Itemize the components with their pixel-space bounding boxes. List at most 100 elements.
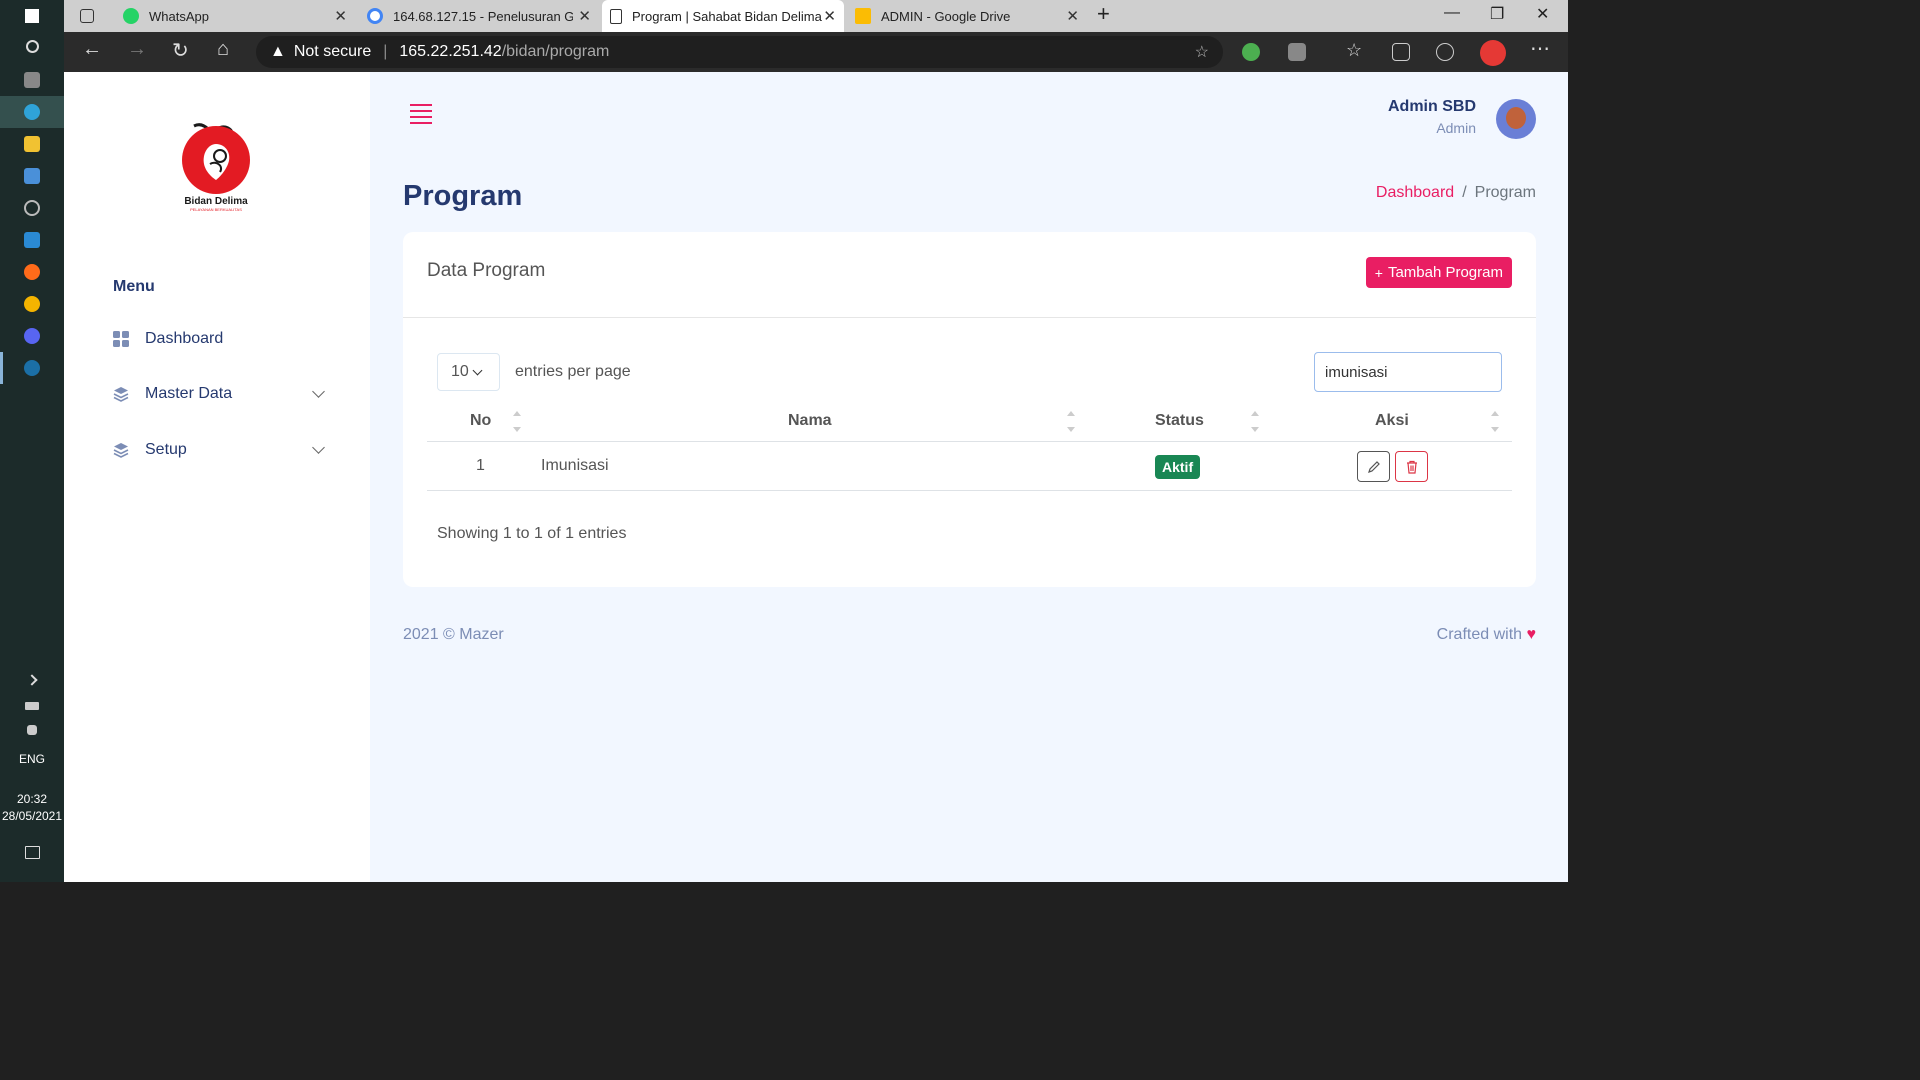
stack-icon xyxy=(113,443,129,458)
window-close-button[interactable]: ✕ xyxy=(1536,4,1549,24)
file-explorer-icon[interactable] xyxy=(0,128,64,160)
collections-icon[interactable] xyxy=(1392,43,1410,61)
share-icon[interactable] xyxy=(1436,43,1454,61)
chevron-down-icon xyxy=(312,385,325,398)
favorite-add-icon[interactable]: ☆ xyxy=(1195,42,1209,62)
entries-value: 10 xyxy=(451,363,469,380)
tab-google-drive[interactable]: ADMIN - Google Drive ✕ xyxy=(847,0,1087,32)
user-name[interactable]: Admin SBD xyxy=(1388,98,1476,116)
app-icon[interactable] xyxy=(0,64,64,96)
tab-actions-icon[interactable] xyxy=(72,0,112,32)
sidebar-item-label: Dashboard xyxy=(145,330,224,347)
entries-label: entries per page xyxy=(515,363,631,380)
column-header-no[interactable]: No xyxy=(470,412,491,430)
delete-button[interactable] xyxy=(1395,451,1428,482)
firefox-icon[interactable] xyxy=(0,256,64,288)
profile-avatar-icon[interactable] xyxy=(1480,40,1506,66)
hamburger-menu-icon[interactable] xyxy=(410,104,432,128)
extension-icon[interactable] xyxy=(1242,43,1260,61)
add-program-button[interactable]: + Tambah Program xyxy=(1365,257,1512,288)
close-icon[interactable]: ✕ xyxy=(334,7,347,25)
discord-icon[interactable] xyxy=(0,320,64,352)
sidebar-item-setup[interactable]: Setup xyxy=(113,430,325,470)
google-icon xyxy=(367,8,383,24)
url-field[interactable]: ▲ Not secure | 165.22.251.42/bidan/progr… xyxy=(256,36,1223,68)
table-row: 1 Imunisasi Aktif xyxy=(427,442,1512,491)
windows-taskbar: ENG 20:32 28/05/2021 xyxy=(0,0,64,882)
logo-subtext: PELAYANAN BERKUALITAS xyxy=(190,207,242,212)
volume-icon[interactable] xyxy=(0,714,64,746)
language-indicator[interactable]: ENG xyxy=(0,752,64,766)
tab-whatsapp[interactable]: WhatsApp ✕ xyxy=(115,0,355,32)
clock-time[interactable]: 20:32 xyxy=(0,792,64,806)
trash-icon xyxy=(1406,460,1417,474)
windows-start-icon[interactable] xyxy=(0,0,64,32)
tab-google[interactable]: 164.68.127.15 - Penelusuran Goo ✕ xyxy=(359,0,599,32)
refresh-button[interactable]: ↻ xyxy=(172,38,189,63)
close-icon[interactable]: ✕ xyxy=(1066,7,1079,25)
chevron-down-icon xyxy=(312,441,325,454)
pencil-icon xyxy=(1367,460,1380,473)
add-program-label: Tambah Program xyxy=(1387,264,1503,281)
page-icon xyxy=(610,8,622,24)
back-button[interactable]: ← xyxy=(82,38,102,61)
column-header-nama[interactable]: Nama xyxy=(788,412,832,430)
clock-date[interactable]: 28/05/2021 xyxy=(0,809,64,823)
sort-icon[interactable] xyxy=(513,411,521,435)
store-icon[interactable] xyxy=(0,160,64,192)
close-icon[interactable]: ✕ xyxy=(578,7,591,25)
sort-icon[interactable] xyxy=(1067,411,1075,435)
tab-title: Program | Sahabat Bidan Delima xyxy=(632,8,822,24)
web-page: Bidan Delima PELAYANAN BERKUALITAS Menu … xyxy=(64,72,1568,882)
notification-icon[interactable] xyxy=(0,836,64,868)
edit-button[interactable] xyxy=(1357,451,1390,482)
close-icon[interactable]: ✕ xyxy=(823,7,836,25)
minimize-button[interactable]: — xyxy=(1444,4,1460,22)
card-header: Data Program + Tambah Program xyxy=(403,232,1536,318)
chrome-icon[interactable] xyxy=(0,288,64,320)
sort-icon[interactable] xyxy=(1491,411,1499,435)
entries-per-page-select[interactable]: 10 xyxy=(437,353,500,391)
column-header-status[interactable]: Status xyxy=(1155,412,1204,430)
address-bar: ← → ↻ ⌂ ▲ Not secure | 165.22.251.42/bid… xyxy=(64,32,1568,72)
vscode-icon[interactable] xyxy=(0,224,64,256)
maximize-button[interactable]: ❐ xyxy=(1490,4,1504,24)
grid-icon xyxy=(113,331,129,347)
browser-window: WhatsApp ✕ 164.68.127.15 - Penelusuran G… xyxy=(64,0,1568,882)
whatsapp-icon xyxy=(123,8,139,24)
steam-icon[interactable] xyxy=(0,352,64,384)
sidebar-item-master-data[interactable]: Master Data xyxy=(113,374,325,414)
menu-title: Menu xyxy=(113,278,155,295)
search-input[interactable] xyxy=(1314,352,1502,392)
breadcrumb-current: Program xyxy=(1474,184,1536,201)
tab-program[interactable]: Program | Sahabat Bidan Delima ✕ xyxy=(602,0,844,32)
favorites-icon[interactable]: ☆ xyxy=(1346,40,1362,61)
card-title: Data Program xyxy=(427,260,546,281)
new-tab-button[interactable]: + xyxy=(1097,1,1110,27)
table-info: Showing 1 to 1 of 1 entries xyxy=(437,525,627,542)
url-path: /bidan/program xyxy=(501,43,610,60)
avatar[interactable] xyxy=(1496,99,1536,139)
security-label: Not secure xyxy=(293,43,372,60)
program-card: Data Program + Tambah Program 10 entries… xyxy=(403,232,1536,587)
bidan-delima-logo-icon[interactable]: Bidan Delima PELAYANAN BERKUALITAS xyxy=(176,120,256,212)
plus-icon: + xyxy=(1374,264,1383,281)
drive-icon xyxy=(855,8,871,24)
heart-icon: ♥ xyxy=(1526,626,1537,643)
extension-icon[interactable] xyxy=(1288,43,1306,61)
sort-icon[interactable] xyxy=(1251,411,1259,435)
chevron-down-icon xyxy=(472,365,483,376)
search-icon[interactable] xyxy=(0,30,64,62)
column-header-aksi[interactable]: Aksi xyxy=(1375,412,1409,430)
more-options-icon[interactable]: ⋯ xyxy=(1530,36,1550,61)
breadcrumb-dashboard-link[interactable]: Dashboard xyxy=(1376,184,1454,201)
home-button[interactable]: ⌂ xyxy=(217,38,229,61)
app-icon[interactable] xyxy=(0,192,64,224)
sidebar-item-label: Master Data xyxy=(145,385,233,402)
forward-button[interactable]: → xyxy=(127,38,147,61)
edge-icon[interactable] xyxy=(0,96,64,128)
sidebar-item-dashboard[interactable]: Dashboard xyxy=(113,319,323,359)
url-host: 165.22.251.42 xyxy=(399,43,502,60)
tab-title: 164.68.127.15 - Penelusuran Goo xyxy=(393,8,573,24)
cell-nama: Imunisasi xyxy=(541,457,609,474)
